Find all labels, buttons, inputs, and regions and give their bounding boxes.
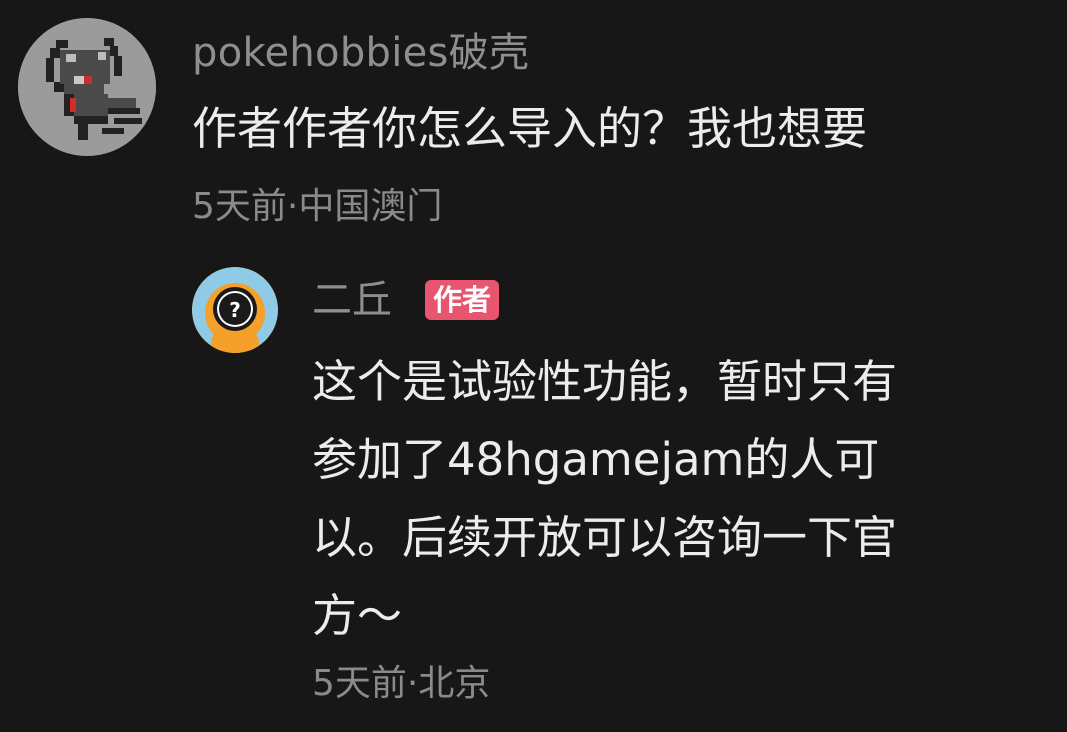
- reply-meta: 5天前·北京: [312, 663, 491, 704]
- pixel-ghost-avatar-icon[interactable]: [18, 18, 156, 156]
- comment-username[interactable]: pokehobbies破壳: [192, 28, 529, 78]
- reply-username[interactable]: 二丘: [312, 275, 392, 325]
- comment-item[interactable]: pokehobbies破壳 作者作者你怎么导入的？我也想要 5天前·中国澳门: [0, 0, 1067, 250]
- author-badge: 作者: [425, 280, 500, 320]
- question-mark-avatar-icon[interactable]: ?: [192, 267, 278, 353]
- reply-item[interactable]: ? 二丘 作者 这个是试验性功能，暂时只有 参加了48hgamejam的人可 以…: [0, 250, 1067, 732]
- comment-meta: 5天前·中国澳门: [192, 186, 443, 227]
- reply-text: 这个是试验性功能，暂时只有 参加了48hgamejam的人可 以。后续开放可以咨…: [312, 355, 898, 642]
- svg-text:?: ?: [229, 298, 241, 322]
- comment-text: 作者作者你怎么导入的？我也想要: [192, 102, 868, 155]
